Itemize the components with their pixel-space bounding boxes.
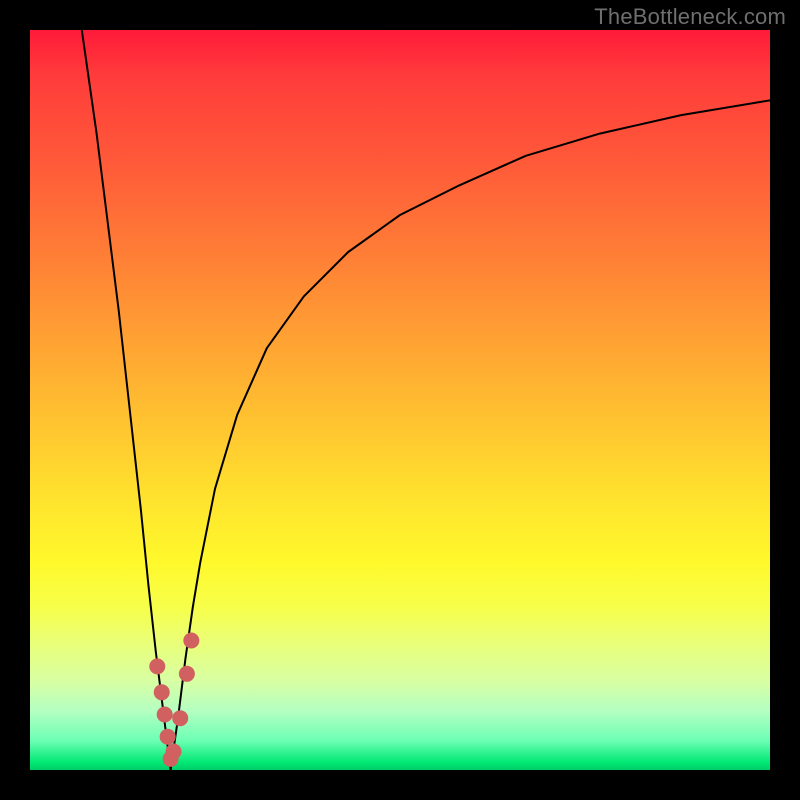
plot-area (30, 30, 770, 770)
chart-svg (30, 30, 770, 770)
marker-point (183, 633, 199, 649)
marker-point (157, 707, 173, 723)
marker-point (172, 710, 188, 726)
marker-point (154, 684, 170, 700)
marker-point (179, 666, 195, 682)
marker-point (166, 744, 182, 760)
marker-point (149, 658, 165, 674)
watermark-text: TheBottleneck.com (594, 4, 786, 30)
curve-group (82, 30, 770, 770)
chart-frame: TheBottleneck.com (0, 0, 800, 800)
series-right-branch (171, 100, 770, 770)
marker-point (160, 729, 176, 745)
